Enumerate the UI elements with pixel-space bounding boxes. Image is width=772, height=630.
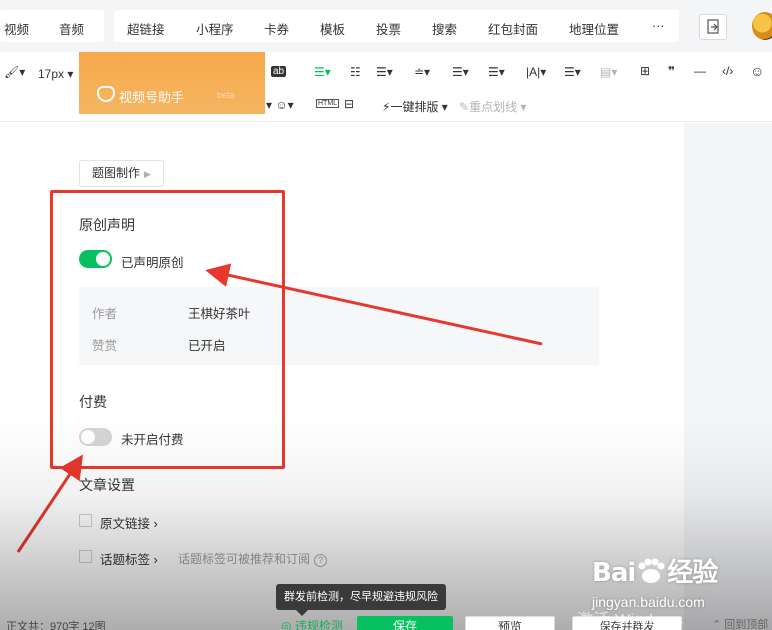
- watermark-url: jingyan.baidu.com: [592, 594, 705, 610]
- back-to-top-button[interactable]: ⌃ 回到顶部: [712, 616, 768, 630]
- violation-check-button[interactable]: ◎ 违规检测: [272, 616, 352, 630]
- watermark-brand-cn: 经验: [667, 558, 718, 588]
- annotation-arrows: [16, 263, 543, 553]
- word-count: 正文共：970字 12图: [6, 621, 106, 630]
- arrow-to-paid: [16, 454, 83, 553]
- save-button[interactable]: 保存: [357, 616, 453, 630]
- check-tooltip: 群发前检测，尽早规避违规风险: [276, 584, 446, 616]
- baidu-watermark: Bai 经验 jingyan.baidu.com: [592, 552, 718, 610]
- watermark-brand: Bai: [592, 558, 636, 588]
- baidu-paw-icon: [638, 558, 665, 583]
- preview-button[interactable]: 预览: [465, 616, 555, 630]
- arrow-to-original: [205, 263, 543, 346]
